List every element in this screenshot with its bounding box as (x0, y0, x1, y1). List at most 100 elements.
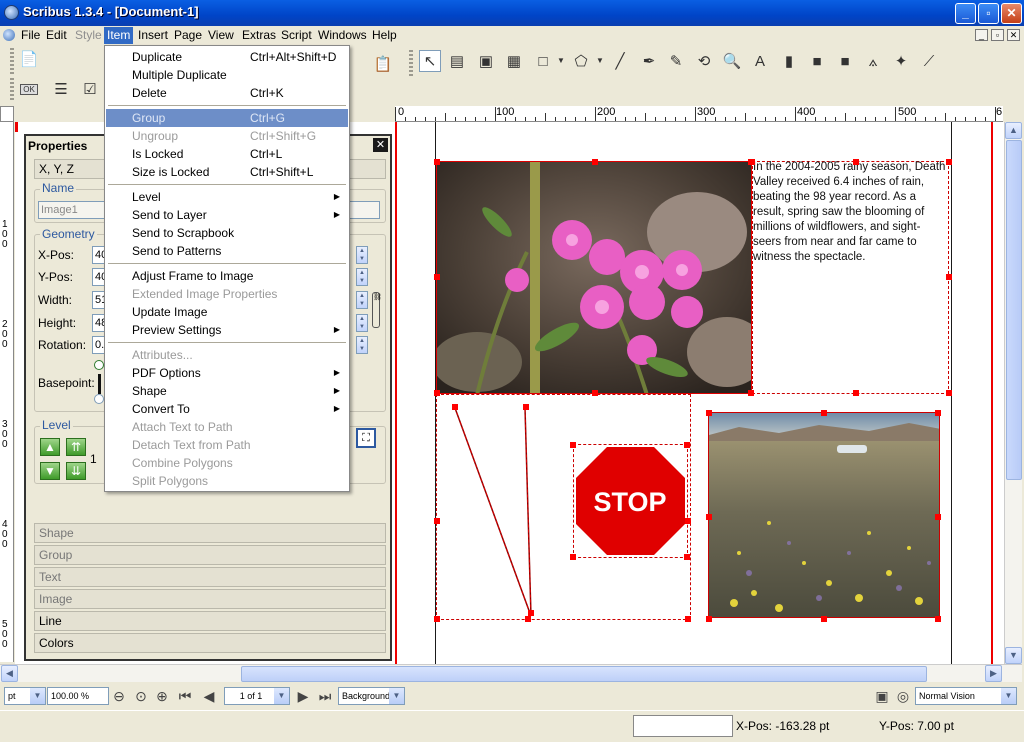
line-tool-icon[interactable]: ╱ (609, 50, 631, 72)
width-stepper[interactable]: ▲ ▼ (356, 291, 368, 309)
vision-select[interactable]: Normal Vision ▼ (915, 687, 1017, 705)
bezier-tool-icon[interactable]: ✒ (638, 50, 660, 72)
selection-handle[interactable] (523, 404, 529, 410)
toolbar-grip[interactable] (409, 50, 413, 76)
selection-handle[interactable] (748, 390, 754, 396)
checkbox-icon[interactable]: ☑ (79, 78, 101, 100)
selection-handle[interactable] (452, 404, 458, 410)
menu-view[interactable]: View (205, 27, 237, 44)
selection-handle[interactable] (706, 410, 712, 416)
mdi-close-button[interactable]: ✕ (1007, 29, 1020, 41)
menu-row-attributes[interactable]: Attributes... (106, 346, 348, 364)
flip-frame-icon[interactable]: ⛶ (356, 428, 376, 448)
minimize-button[interactable]: _ (955, 3, 976, 24)
vision-icon[interactable]: ◎ (894, 687, 912, 705)
menu-extras[interactable]: Extras (239, 27, 279, 44)
raise-level-icon[interactable]: ▲ (40, 438, 60, 456)
shape-tool-icon[interactable]: □ (532, 50, 554, 72)
menu-row-attach-text-to-path[interactable]: Attach Text to Path (106, 418, 348, 436)
scribus-app-icon[interactable] (4, 5, 19, 20)
new-document-icon[interactable]: 📄 (18, 48, 40, 70)
selection-handle[interactable] (685, 616, 691, 622)
menu-row-preview-settings[interactable]: Preview Settings ▶ (106, 321, 348, 339)
menu-row-detach-text-from-path[interactable]: Detach Text from Path (106, 436, 348, 454)
menu-style[interactable]: Style (72, 27, 105, 44)
horizontal-scroll-thumb[interactable] (241, 666, 927, 682)
zoom-in-icon[interactable]: ⊕ (153, 687, 171, 705)
table-tool-icon[interactable]: ▦ (503, 50, 525, 72)
scroll-left-button[interactable]: ◀ (1, 665, 18, 682)
menu-row-size-is-locked[interactable]: Size is Locked Ctrl+Shift+L (106, 163, 348, 181)
chevron-down-icon[interactable]: ▼ (389, 688, 404, 704)
selection-handle[interactable] (570, 442, 576, 448)
zoom-100-icon[interactable]: ⊙ (132, 687, 150, 705)
unlink-frames-icon[interactable]: ■ (806, 50, 828, 72)
tab-shape[interactable]: Shape (34, 523, 386, 543)
selection-handle[interactable] (853, 390, 859, 396)
selection-handle[interactable] (570, 554, 576, 560)
close-window-button[interactable]: ✕ (1001, 3, 1022, 24)
selection-handle[interactable] (821, 616, 827, 622)
selection-handle[interactable] (748, 159, 754, 165)
scroll-down-button[interactable]: ▼ (1005, 647, 1022, 664)
tab-line[interactable]: Line (34, 611, 386, 631)
measure-tool-icon[interactable]: ■ (834, 50, 856, 72)
menu-row-duplicate[interactable]: Duplicate Ctrl+Alt+Shift+D (106, 48, 348, 66)
previous-page-icon[interactable]: ◀ (200, 687, 218, 705)
menu-row-adjust-frame-to-image[interactable]: Adjust Frame to Image (106, 267, 348, 285)
edit-text-tool-icon[interactable]: A (749, 50, 771, 72)
text-edit-icon[interactable]: ☰ (50, 78, 72, 100)
zoom-tool-icon[interactable]: 🔍 (721, 50, 743, 72)
menu-script[interactable]: Script (278, 27, 315, 44)
chevron-down-icon[interactable]: ▼ (274, 688, 289, 704)
menu-row-combine-polygons[interactable]: Combine Polygons (106, 454, 348, 472)
image-frame-tool-icon[interactable]: ▣ (475, 50, 497, 72)
paste-icon[interactable]: 📋 (372, 53, 394, 75)
menu-row-shape[interactable]: Shape ▶ (106, 382, 348, 400)
eyedropper-icon[interactable]: ⟋ (918, 50, 940, 72)
zoom-input[interactable]: 100.00 % (47, 687, 109, 705)
link-frames-icon[interactable]: ▮ (778, 50, 800, 72)
menu-row-send-to-patterns[interactable]: Send to Patterns (106, 242, 348, 260)
selection-handle[interactable] (592, 390, 598, 396)
zoom-out-icon[interactable]: ⊖ (110, 687, 128, 705)
horizontal-scrollbar[interactable]: ◀ ▶ (0, 664, 1022, 682)
rotate-tool-icon[interactable]: ⟲ (693, 50, 715, 72)
tab-group[interactable]: Group (34, 545, 386, 565)
layer-select[interactable]: Background ▼ (338, 687, 405, 705)
image-frame-flowers[interactable] (436, 161, 752, 394)
menu-row-send-to-scrapbook[interactable]: Send to Scrapbook (106, 224, 348, 242)
selection-handle[interactable] (434, 390, 440, 396)
selection-handle[interactable] (946, 274, 952, 280)
mdi-minimize-button[interactable]: _ (975, 29, 988, 41)
menu-edit[interactable]: Edit (43, 27, 70, 44)
menu-row-convert-to[interactable]: Convert To ▶ (106, 400, 348, 418)
menu-file[interactable]: File (18, 27, 43, 44)
page-select[interactable]: 1 of 1 ▼ (224, 687, 290, 705)
polygon-tool-icon[interactable]: ⬠ (570, 50, 592, 72)
menu-row-send-to-layer[interactable]: Send to Layer ▶ (106, 206, 348, 224)
image-frame-field[interactable] (708, 412, 940, 618)
select-tool-icon[interactable]: ↖ (419, 50, 441, 72)
scroll-right-button[interactable]: ▶ (985, 665, 1002, 682)
chevron-down-icon[interactable]: ▼ (1001, 688, 1016, 704)
ypos-stepper[interactable]: ▲ ▼ (356, 268, 368, 286)
line-shape[interactable] (445, 402, 545, 622)
selection-handle[interactable] (935, 514, 941, 520)
chevron-down-icon[interactable]: ▼ (596, 50, 604, 72)
rotation-stepper[interactable]: ▲ ▼ (356, 336, 368, 354)
menu-item[interactable]: Item (104, 27, 134, 44)
ok-button[interactable]: OK (18, 78, 40, 100)
selection-handle[interactable] (434, 518, 440, 524)
first-page-icon[interactable]: ⏮ (176, 687, 194, 705)
stop-sign-frame[interactable]: STOP (573, 444, 688, 558)
tab-image[interactable]: Image (34, 589, 386, 609)
menu-row-delete[interactable]: Delete Ctrl+K (106, 84, 348, 102)
menu-help[interactable]: Help (369, 27, 400, 44)
selection-handle[interactable] (935, 410, 941, 416)
selection-handle[interactable] (434, 159, 440, 165)
raise-to-top-icon[interactable]: ⇈ (66, 438, 86, 456)
menu-row-extended-image-properties[interactable]: Extended Image Properties (106, 285, 348, 303)
menu-row-split-polygons[interactable]: Split Polygons (106, 472, 348, 490)
selection-handle[interactable] (706, 616, 712, 622)
